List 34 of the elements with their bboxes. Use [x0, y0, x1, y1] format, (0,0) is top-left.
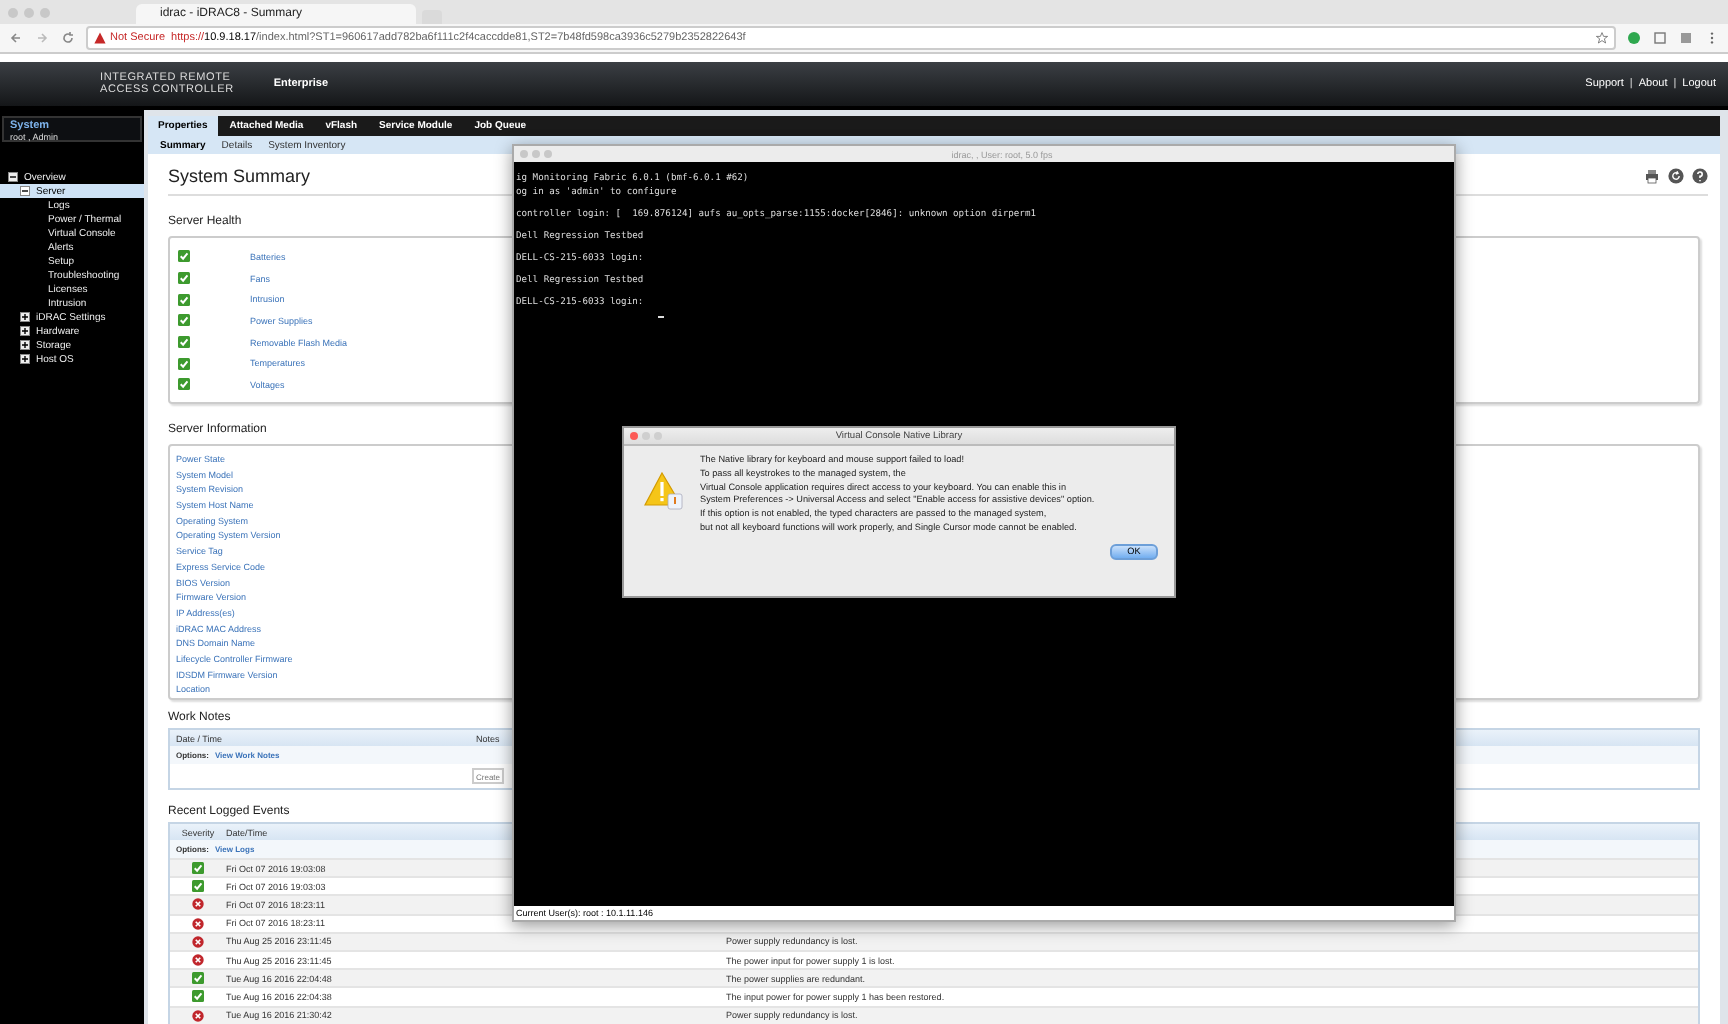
error-icon: [192, 1009, 204, 1022]
collapse-icon[interactable]: [8, 172, 18, 182]
error-icon: [192, 954, 204, 967]
error-icon: [192, 935, 204, 948]
check-icon: [192, 972, 204, 985]
check-icon: [178, 336, 190, 349]
collapse-icon[interactable]: [20, 186, 30, 196]
expand-icon[interactable]: [20, 354, 30, 364]
back-icon[interactable]: [8, 30, 24, 46]
check-icon: [178, 250, 190, 263]
help-icon[interactable]: [1692, 168, 1708, 184]
print-icon[interactable]: [1644, 168, 1660, 184]
star-icon[interactable]: [1596, 32, 1608, 44]
check-icon: [178, 314, 190, 327]
warning-icon: [94, 32, 106, 44]
expand-icon[interactable]: [20, 340, 30, 350]
window-close-icon[interactable]: [630, 432, 638, 440]
check-icon: [178, 272, 190, 285]
text-cursor: [658, 316, 664, 318]
page-title: System Summary: [168, 166, 311, 186]
error-icon: [192, 898, 204, 911]
reload-icon[interactable]: [60, 30, 76, 46]
warning-icon: [644, 470, 684, 510]
check-icon: [178, 378, 190, 391]
expand-icon[interactable]: [20, 326, 30, 336]
check-icon: [178, 293, 190, 306]
check-icon: [192, 862, 204, 875]
check-icon: [178, 357, 190, 370]
error-icon: [192, 917, 204, 930]
refresh-icon[interactable]: [1668, 168, 1684, 184]
expand-icon[interactable]: [20, 312, 30, 322]
check-icon: [192, 990, 204, 1003]
forward-icon[interactable]: [34, 30, 50, 46]
check-icon: [192, 880, 204, 893]
